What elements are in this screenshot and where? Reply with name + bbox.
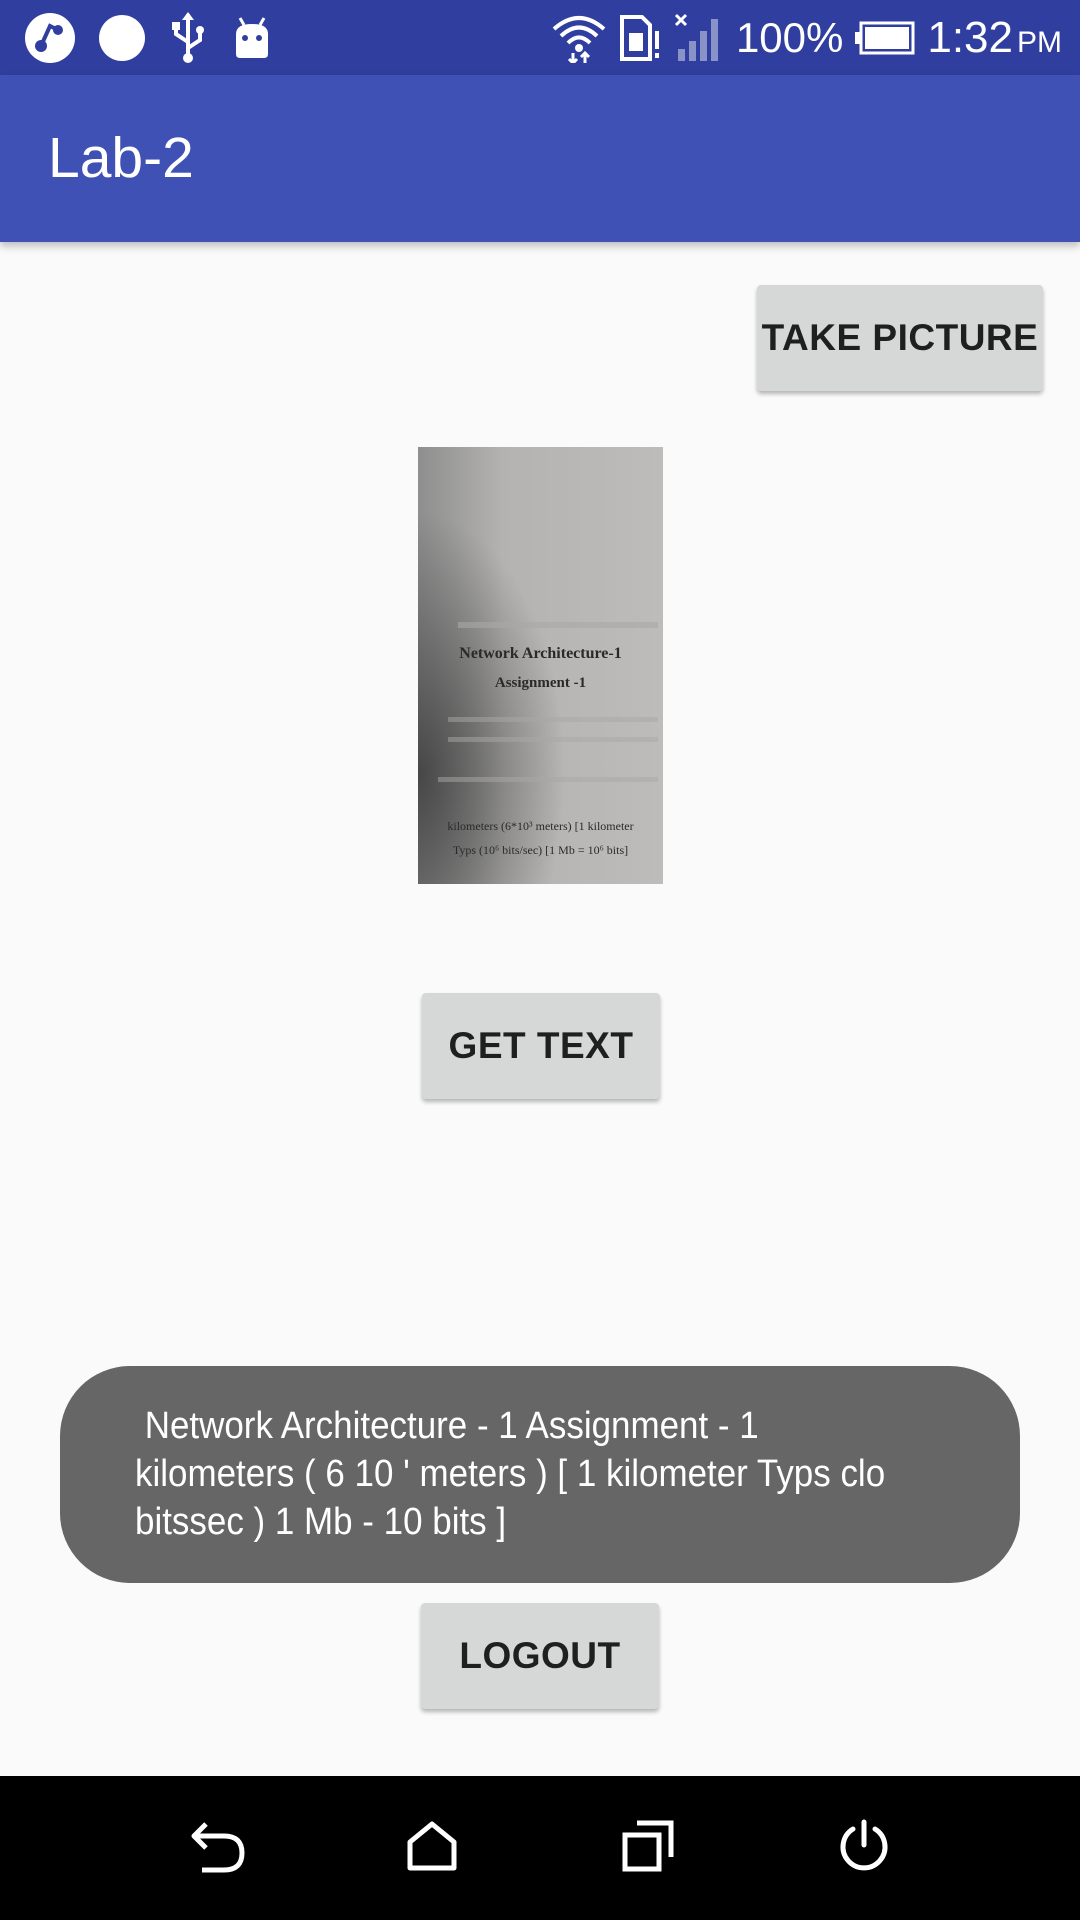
battery-percent: 100% bbox=[735, 14, 844, 61]
usb-icon bbox=[168, 12, 208, 64]
clock-time: 1:32 bbox=[927, 13, 1013, 62]
wifi-icon bbox=[552, 13, 606, 63]
get-text-button[interactable]: GET TEXT bbox=[422, 993, 660, 1099]
status-bar: 100% 1:32 PM bbox=[0, 0, 1080, 75]
logout-button[interactable]: LOGOUT bbox=[421, 1603, 659, 1709]
captured-photo: Network Architecture-1 Assignment -1 kil… bbox=[418, 447, 663, 884]
clock-ampm: PM bbox=[1017, 26, 1062, 59]
photo-text-line: Assignment -1 bbox=[494, 675, 587, 691]
app-title: Lab-2 bbox=[48, 126, 194, 190]
navigation-bar bbox=[0, 1776, 1080, 1920]
circle-notification-icon bbox=[98, 14, 146, 62]
notification-icons bbox=[24, 12, 274, 64]
signal-icon bbox=[674, 13, 724, 63]
photo-text-line: kilometers (6*10³ meters) [1 kilometer bbox=[447, 819, 634, 833]
clock: 1:32 PM bbox=[927, 13, 1062, 63]
battery-icon bbox=[855, 21, 915, 55]
back-icon bbox=[188, 1818, 248, 1879]
recents-icon bbox=[621, 1819, 675, 1878]
system-status-icons: 100% 1:32 PM bbox=[552, 8, 1062, 68]
app-icon bbox=[24, 12, 76, 64]
take-picture-button[interactable]: TAKE PICTURE bbox=[757, 285, 1043, 391]
photo-text-line: Typs (10⁶ bits/sec) [1 Mb = 10⁶ bits] bbox=[452, 843, 629, 857]
toast-message: Network Architecture - 1 Assignment - 1 … bbox=[135, 1405, 886, 1543]
screen: 100% 1:32 PM Lab-2 TAKE PICTURE Network … bbox=[0, 0, 1080, 1920]
home-button[interactable] bbox=[362, 1776, 502, 1920]
android-debug-icon bbox=[230, 16, 274, 60]
back-button[interactable] bbox=[148, 1776, 288, 1920]
photo-text-line: Network Architecture-1 bbox=[459, 645, 622, 662]
ocr-result-toast: Network Architecture - 1 Assignment - 1 … bbox=[60, 1366, 1020, 1583]
power-icon bbox=[837, 1819, 891, 1878]
sim-card-icon bbox=[618, 13, 662, 63]
recents-button[interactable] bbox=[578, 1776, 718, 1920]
home-icon bbox=[406, 1820, 458, 1877]
power-button[interactable] bbox=[794, 1776, 934, 1920]
app-bar: Lab-2 bbox=[0, 75, 1080, 242]
